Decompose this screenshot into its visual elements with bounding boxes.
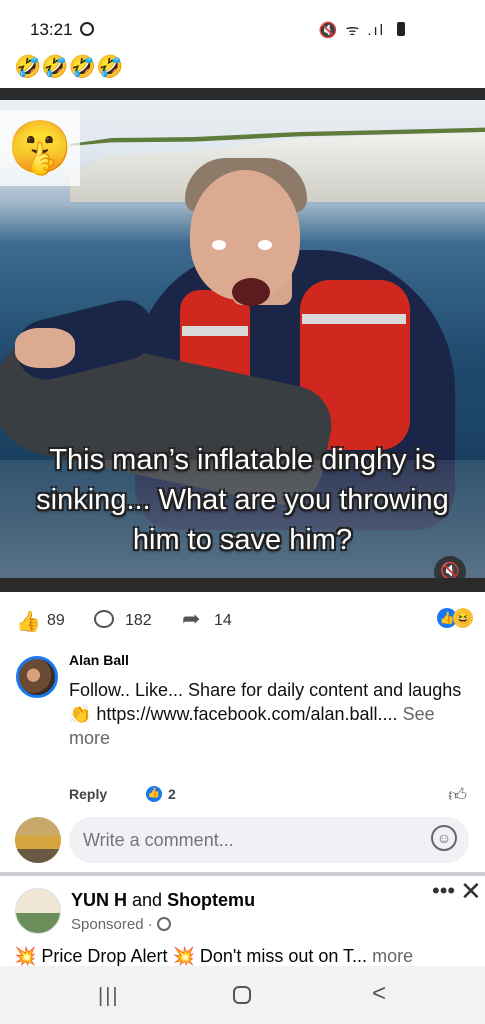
- man-eye: [258, 240, 272, 250]
- chat-notification-icon: [80, 22, 94, 36]
- comment-text: Follow.. Like... Share for daily content…: [69, 678, 469, 750]
- globe-icon: [156, 917, 171, 931]
- sponsored-post: YUN H and Shoptemu Sponsored · ••• ✕ 💥 P…: [0, 876, 485, 976]
- emoji-picker-icon[interactable]: ☺: [431, 825, 457, 851]
- reaction-bar: 👍 89 182 ➦ 14 👍😆: [0, 600, 485, 640]
- man-eye: [212, 240, 226, 250]
- like-badge-icon: 👍: [146, 786, 162, 802]
- avatar[interactable]: [16, 656, 58, 698]
- reaction-summary[interactable]: 👍😆: [437, 608, 473, 628]
- media-bottom-border: [0, 578, 485, 592]
- battery-icon: [397, 22, 405, 36]
- comment-input[interactable]: [69, 817, 469, 863]
- advertiser-name[interactable]: Shoptemu: [167, 890, 255, 910]
- like-count[interactable]: 89: [47, 612, 65, 630]
- media-top-border: [0, 88, 485, 100]
- status-bar: 13:21 🔇 ᯤ .ıl: [0, 0, 485, 56]
- home-button[interactable]: [233, 986, 251, 1004]
- more-options-icon[interactable]: •••: [432, 878, 455, 904]
- share-count[interactable]: 14: [214, 612, 232, 630]
- advertiser-name[interactable]: YUN H: [71, 890, 127, 910]
- image-caption: This man’s inflatable dinghy is sinking.…: [36, 444, 449, 556]
- haha-badge-icon: 😆: [453, 608, 473, 628]
- signal-wifi-mute-icon: 🔇 ᯤ .ıl: [318, 22, 385, 39]
- comment-icon[interactable]: [94, 610, 114, 628]
- man-mouth: [232, 278, 270, 306]
- reply-button[interactable]: Reply: [69, 786, 107, 802]
- system-nav-bar: ||| <: [0, 966, 485, 1024]
- like-thumb-icon[interactable]: 👍: [16, 609, 41, 634]
- comment-count[interactable]: 182: [125, 612, 152, 630]
- vest-stripe: [182, 326, 248, 336]
- sponsored-text: Sponsored ·: [71, 916, 153, 933]
- post-text: 🤣🤣🤣🤣: [14, 54, 124, 79]
- comment: Alan Ball Follow.. Like... Share for dai…: [0, 650, 485, 810]
- ad-body: 💥 Price Drop Alert 💥 Don't miss out on T…: [14, 946, 368, 966]
- comment-like-count[interactable]: 2: [168, 786, 176, 802]
- recents-button[interactable]: |||: [98, 985, 120, 1008]
- status-time: 13:21: [30, 20, 73, 39]
- advertiser-names: YUN H and Shoptemu: [71, 890, 255, 911]
- user-avatar[interactable]: [15, 817, 61, 863]
- back-button[interactable]: <: [372, 980, 386, 1008]
- vest-stripe: [302, 314, 406, 324]
- man-hand: [15, 328, 75, 368]
- close-icon[interactable]: ✕: [460, 876, 482, 907]
- ad-text: 💥 Price Drop Alert 💥 Don't miss out on T…: [14, 946, 479, 967]
- post-photo: 🤫 This man’s inflatable dinghy is sinkin…: [0, 100, 485, 590]
- comment-author[interactable]: Alan Ball: [69, 652, 129, 668]
- shushing-face-icon: 🤫: [0, 110, 80, 186]
- comment-composer: ☺: [0, 815, 485, 867]
- post-media[interactable]: 🤫 This man’s inflatable dinghy is sinkin…: [0, 88, 485, 592]
- share-icon[interactable]: ➦: [182, 606, 200, 632]
- like-button-icon[interactable]: 👍︎: [448, 784, 467, 806]
- advertiser-avatar[interactable]: [15, 888, 61, 934]
- advertiser-joiner: and: [127, 890, 168, 910]
- sponsored-label: Sponsored ·: [71, 916, 171, 933]
- more-link[interactable]: more: [372, 946, 413, 966]
